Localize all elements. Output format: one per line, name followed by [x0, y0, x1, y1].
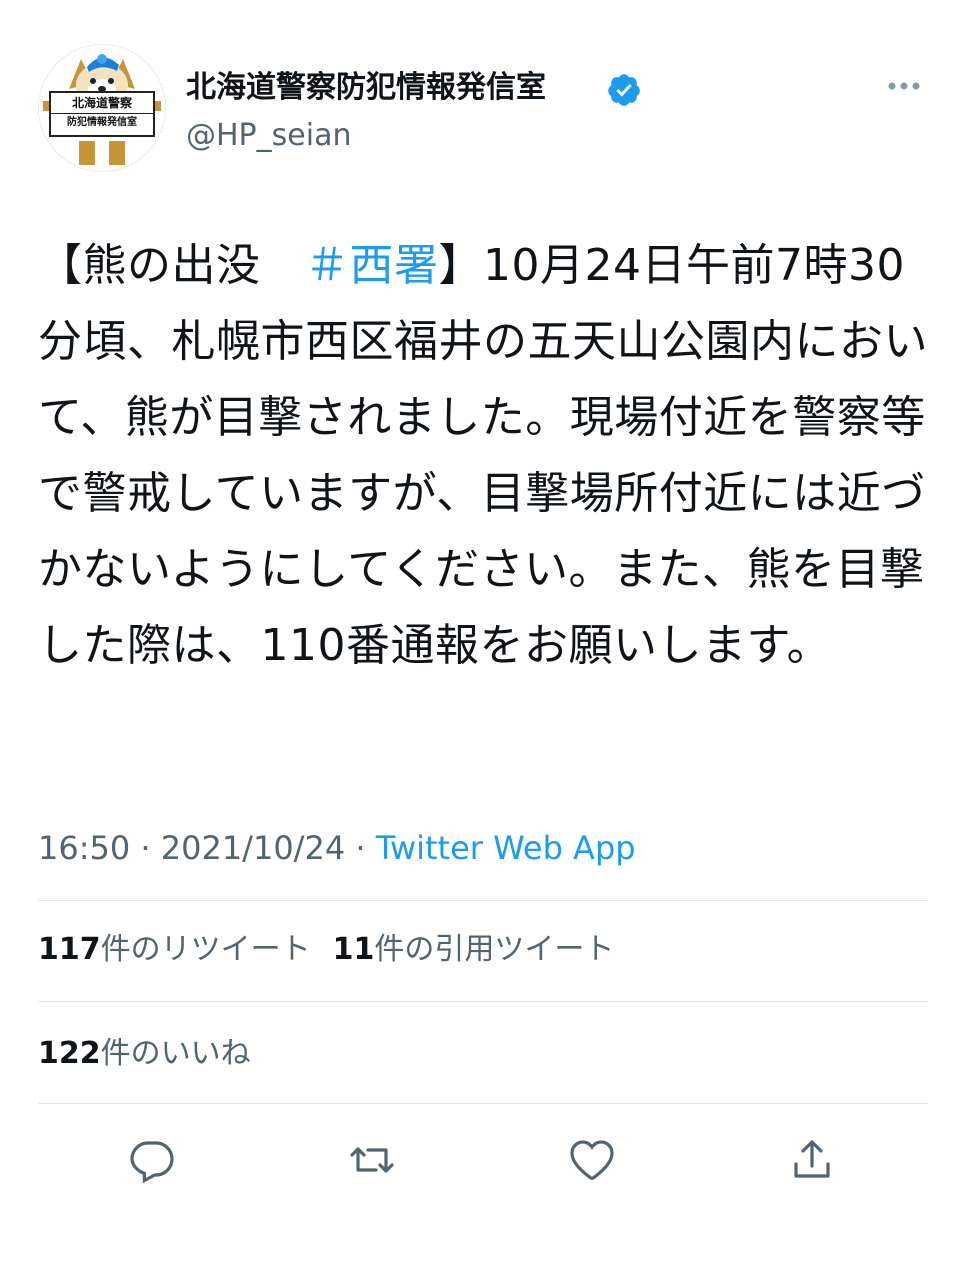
divider [38, 900, 928, 901]
avatar-sign: 北海道警察 防犯情報発信室 [49, 91, 155, 137]
divider [38, 1103, 928, 1104]
tweet-time[interactable]: 16:50 [38, 829, 130, 867]
tweet-text: 【熊の出没 ＃西署】10月24日午前7時30分頃、札幌市西区福井の五天山公園内に… [38, 228, 928, 684]
tweet-header: 北海道警察 防犯情報発信室 北海道警察防犯情報発信室 @HP_seian [38, 44, 928, 174]
display-name[interactable]: 北海道警察防犯情報発信室 [186, 68, 546, 108]
tweet-text-after: 】10月24日午前7時30分頃、札幌市西区福井の五天山公園内において、熊が目撃さ… [38, 240, 928, 671]
reply-button[interactable] [122, 1130, 182, 1190]
handle[interactable]: @HP_seian [186, 116, 351, 156]
avatar[interactable]: 北海道警察 防犯情報発信室 [38, 44, 166, 172]
retweet-icon [350, 1147, 394, 1173]
avatar-sign-line2: 防犯情報発信室 [51, 113, 153, 132]
verified-badge-icon [608, 74, 640, 106]
tweet-meta: 16:50 · 2021/10/24 · Twitter Web App [38, 826, 636, 870]
action-bar [38, 1130, 928, 1190]
tweet-date[interactable]: 2021/10/24 [161, 829, 345, 867]
retweets-stat[interactable]: 117件のリツイート [38, 930, 311, 970]
likes-stats-row: 122件のいいね [38, 1034, 273, 1074]
hashtag-link[interactable]: ＃西署 [305, 240, 439, 291]
quotes-count: 11 [332, 932, 375, 967]
retweet-button[interactable] [342, 1130, 402, 1190]
retweet-stats-row: 117件のリツイート 11件の引用ツイート [38, 930, 636, 970]
like-icon [570, 1140, 614, 1181]
retweets-count: 117 [38, 932, 101, 967]
likes-count: 122 [38, 1036, 101, 1071]
reply-icon [130, 1141, 174, 1184]
retweets-label: 件のリツイート [100, 932, 311, 967]
share-button[interactable] [782, 1130, 842, 1190]
more-options-icon[interactable] [884, 74, 924, 98]
avatar-sign-line1: 北海道警察 [71, 96, 132, 110]
share-icon [794, 1140, 830, 1178]
likes-stat[interactable]: 122件のいいね [38, 1034, 251, 1074]
quotes-stat[interactable]: 11件の引用ツイート [333, 930, 615, 970]
like-button[interactable] [562, 1130, 622, 1190]
divider [38, 1001, 928, 1002]
meta-separator: · [345, 829, 376, 867]
likes-label: 件のいいね [100, 1036, 251, 1071]
meta-separator: · [130, 829, 161, 867]
tweet-source[interactable]: Twitter Web App [376, 829, 636, 867]
tweet-text-before: 【熊の出没 [38, 240, 305, 291]
quotes-label: 件の引用ツイート [374, 932, 615, 967]
